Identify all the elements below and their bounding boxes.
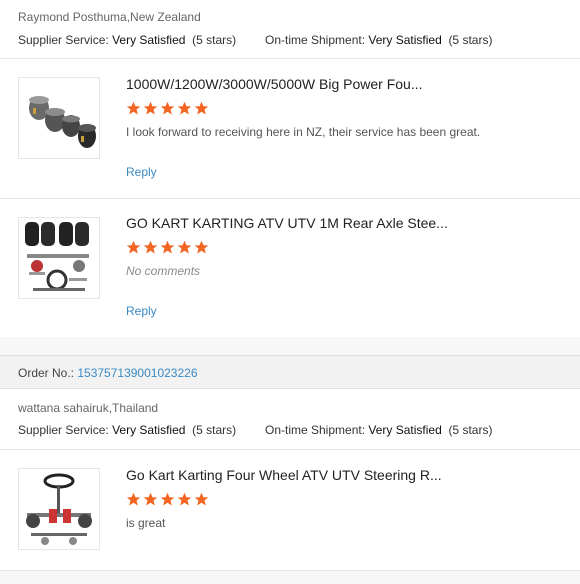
- supplier-service-label: Supplier Service:: [18, 33, 109, 47]
- product-title-link[interactable]: GO KART KARTING ATV UTV 1M Rear Axle Ste…: [126, 215, 448, 231]
- supplier-service-stars: (5 stars): [192, 33, 237, 47]
- supplier-service-value: Very Satisfied: [112, 33, 186, 47]
- supplier-service-rating: Supplier Service: Very Satisfied (5 star…: [18, 423, 236, 437]
- motor-kit-photo: [19, 78, 99, 158]
- star-icon: [160, 240, 175, 254]
- star-icon: [194, 492, 209, 506]
- product-title-link[interactable]: 1000W/1200W/3000W/5000W Big Power Fou...: [126, 76, 422, 92]
- star-icon: [160, 101, 175, 115]
- product-title-link[interactable]: Go Kart Karting Four Wheel ATV UTV Steer…: [126, 467, 442, 483]
- star-icon: [177, 492, 192, 506]
- star-icon: [126, 492, 141, 506]
- reply-link[interactable]: Reply: [126, 165, 157, 179]
- shipment-stars: (5 stars): [448, 33, 493, 47]
- axle-kit-photo: [19, 218, 99, 298]
- buyer-name: Raymond Posthuma,New Zealand: [18, 10, 201, 24]
- reply-link[interactable]: Reply: [126, 304, 157, 318]
- divider: [0, 58, 580, 59]
- star-icon: [143, 101, 158, 115]
- section-gap: [0, 571, 580, 584]
- shipment-rating: On-time Shipment: Very Satisfied (5 star…: [265, 423, 492, 437]
- supplier-service-value: Very Satisfied: [112, 423, 186, 437]
- divider: [0, 449, 580, 450]
- section-gap: [0, 337, 580, 355]
- shipment-stars: (5 stars): [448, 423, 493, 437]
- star-icon: [126, 101, 141, 115]
- supplier-service-label: Supplier Service:: [18, 423, 109, 437]
- shipment-label: On-time Shipment:: [265, 423, 366, 437]
- product-thumbnail[interactable]: [18, 77, 100, 159]
- star-icon: [143, 240, 158, 254]
- supplier-service-rating: Supplier Service: Very Satisfied (5 star…: [18, 33, 236, 47]
- review-comment: I look forward to receiving here in NZ, …: [126, 125, 481, 139]
- steering-kit-photo: [19, 469, 99, 549]
- order-label: Order No.:: [18, 366, 75, 380]
- review-comment: No comments: [126, 264, 201, 278]
- review-comment: is great: [126, 516, 166, 530]
- buyer-name: wattana sahairuk,Thailand: [18, 401, 159, 415]
- divider: [0, 198, 580, 199]
- product-thumbnail[interactable]: [18, 217, 100, 299]
- star-icon: [194, 240, 209, 254]
- shipment-value: Very Satisfied: [368, 33, 442, 47]
- rating-stars: [126, 240, 209, 256]
- order-bar: Order No.: 153757139001023226: [0, 355, 580, 389]
- supplier-service-stars: (5 stars): [192, 423, 237, 437]
- product-thumbnail[interactable]: [18, 468, 100, 550]
- shipment-rating: On-time Shipment: Very Satisfied (5 star…: [265, 33, 492, 47]
- star-icon: [194, 101, 209, 115]
- rating-stars: [126, 492, 209, 508]
- order-number-link[interactable]: 153757139001023226: [77, 366, 197, 380]
- star-icon: [160, 492, 175, 506]
- order-number-row: Order No.: 153757139001023226: [18, 366, 198, 380]
- star-icon: [143, 492, 158, 506]
- shipment-value: Very Satisfied: [368, 423, 442, 437]
- star-icon: [177, 240, 192, 254]
- shipment-label: On-time Shipment:: [265, 33, 366, 47]
- star-icon: [177, 101, 192, 115]
- rating-stars: [126, 101, 209, 117]
- star-icon: [126, 240, 141, 254]
